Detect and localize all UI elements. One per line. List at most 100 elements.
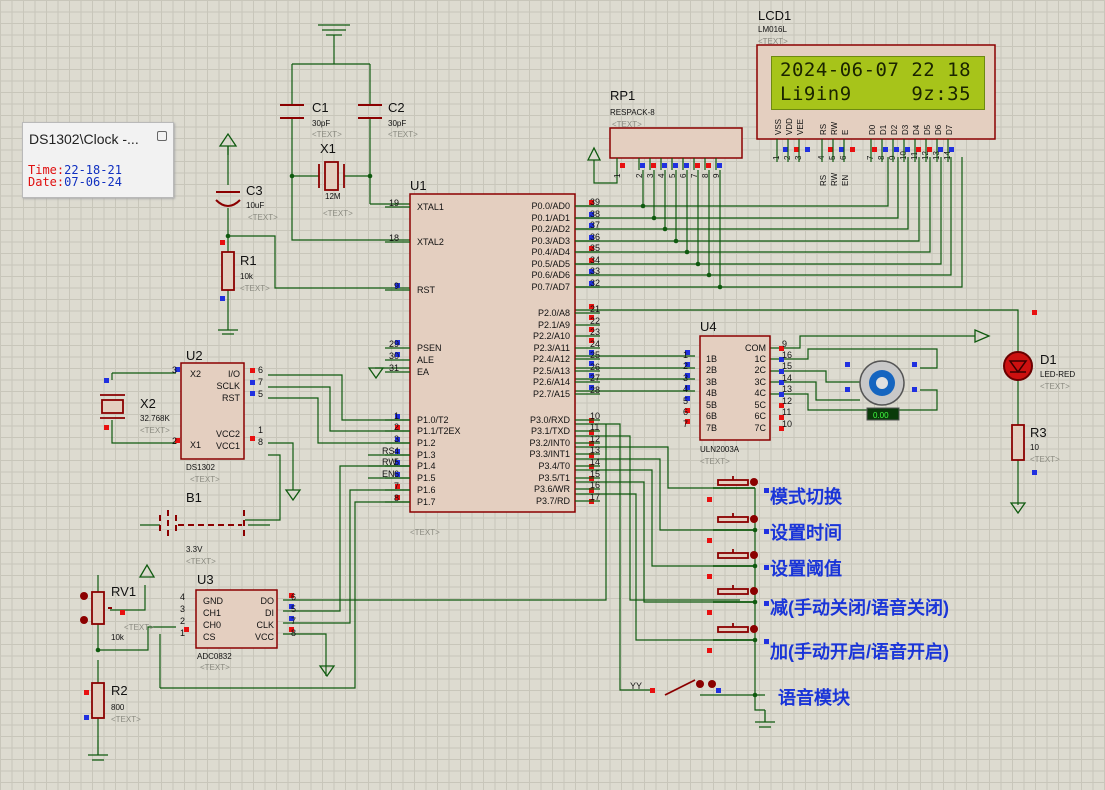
close-icon[interactable] [149,123,173,153]
u4-pin-number: 11 [782,407,791,417]
u3-pin-name: DI [265,608,274,618]
u4-pin-number: 5 [683,396,688,406]
date-value: 07-06-24 [64,175,122,189]
u1-pin-name: EA [417,367,429,377]
x2-text-tag: <TEXT> [140,426,170,435]
u1-pin-name: P1.5 [417,473,436,483]
x2-value: 32.768K [140,414,170,423]
lcd-text-tag: <TEXT> [758,37,788,46]
u1-pin-name: P1.3 [417,450,436,460]
clock-popup-window[interactable]: DS1302\Clock -... Time:22-18-21 Date:07-… [22,122,174,198]
rv1-value: 10k [111,633,125,642]
u2-pin-name: X1 [190,440,201,450]
u4-part: ULN2003A [700,445,740,454]
u1-pin-name: XTAL1 [417,202,444,212]
u2-ref: U2 [186,348,203,363]
rp1-pin-number: 2 [635,173,644,178]
u4-pin-name: 7B [706,423,717,433]
u3-pin-number: 6 [291,592,296,602]
lcd-pin-name: E [841,130,850,135]
b1-text-tag: <TEXT> [186,557,216,566]
schematic-canvas: LCD1 LM016L <TEXT> C1 30pF <TEXT> C2 30p… [80,8,1075,761]
rp1-ref: RP1 [610,88,635,103]
lcd-pin-name: VEE [796,119,805,135]
rp1-pin-number: 4 [657,173,666,178]
u4-pin-number: 15 [782,361,792,371]
u4-pin-name: 4C [754,388,766,398]
u1-pin-name: P1.0/T2 [417,415,449,425]
u1-pin-name: P0.7/AD7 [531,282,570,292]
u1-net-label: RW [382,457,397,467]
x1-text-tag: <TEXT> [323,209,353,218]
c3-text-tag: <TEXT> [248,213,278,222]
rp1-pin-number: 7 [690,173,699,178]
push-buttons [713,476,755,641]
u2-part: DS1302 [186,463,215,472]
u4-pin-number: 14 [782,373,792,383]
u1-pin-name: P3.2/INT0 [529,438,570,448]
lcd-net-label: RS [819,175,828,186]
crystal-x2 [100,394,125,419]
b1-value: 3.3V [186,545,203,554]
u1-pin-name: P2.3/A11 [534,343,570,353]
u1-pin-name: P0.3/AD3 [531,236,570,246]
u1-pin-name: P1.2 [417,438,436,448]
rp1-pin-number: 5 [668,173,677,178]
u4-pin-name: 3C [754,377,766,387]
u3-pin-number: 5 [291,604,296,614]
button-label-set-threshold: 设置阈值 [770,558,842,579]
u1-pin-name: P3.0/RXD [530,415,571,425]
r1-ref: R1 [240,253,257,268]
u1-pin-name: P0.6/AD6 [531,270,570,280]
lcd-pin-name: D2 [890,124,899,135]
lcd-pin-name: D3 [901,124,910,135]
u4-pin-number: 16 [782,350,792,360]
lcd-pin-name: D1 [879,124,888,135]
x2-ref: X2 [140,396,156,411]
u4-pin-number: 3 [683,373,688,383]
x1-value: 12M [325,192,341,201]
u3-pin-number: 2 [180,616,185,626]
u4-pin-number: 10 [782,419,792,429]
u1-pin-name: P2.4/A12 [533,354,570,364]
battery-b1 [159,510,245,540]
u4-pin-number: 13 [782,384,792,394]
u1-pin-name: P0.5/AD5 [531,259,570,269]
u4-pin-number: 4 [683,384,688,394]
date-row: Date:07-06-24 [28,175,122,189]
lcd-ref: LCD1 [758,8,791,23]
u2-pin-number: 8 [258,437,263,447]
rp1-value: RESPACK-8 [610,108,655,117]
clock-popup-title: DS1302\Clock -... [29,131,139,147]
u4-pin-name: 2C [754,365,766,375]
rp1-pin-number: 3 [646,173,655,178]
u1-pin-name: P2.0/A8 [538,308,570,318]
c1-ref: C1 [312,100,329,115]
u3-pin-name: VCC [255,632,275,642]
c3-ref: C3 [246,183,263,198]
u3-pin-name: CH1 [203,608,221,618]
lcd-pin-name: D7 [945,124,954,135]
u4-pin-name: 6C [754,411,766,421]
c2-value: 30pF [388,119,406,128]
u4-pin-name: 5B [706,400,717,410]
u1-pin-name: P0.1/AD1 [531,213,570,223]
u1-pin-name: P2.2/A10 [533,331,570,341]
lcd-line-2: Li9in9 9z:35 [780,83,972,105]
u1-ref: U1 [410,178,427,193]
voice-module-label: 语音模块 [778,687,851,708]
lcd-part: LM016L [758,25,787,34]
u3-text-tag: <TEXT> [200,663,230,672]
u4-pin-number: 2 [683,361,688,371]
u1-pin-name: P2.6/A14 [533,377,570,387]
rp1-pin-number: 8 [701,173,710,178]
u1-pin-name: ALE [417,355,434,365]
u1-pin-name: P3.1/TXD [531,426,571,436]
u1-pin-name: XTAL2 [417,237,444,247]
u1-pin-name: P1.6 [417,485,436,495]
u2-pin-number: 2 [172,436,177,446]
c2-text-tag: <TEXT> [388,130,418,139]
x1-ref: X1 [320,141,336,156]
r2-ref: R2 [111,683,128,698]
lcd-pin-name: VDD [785,118,794,135]
